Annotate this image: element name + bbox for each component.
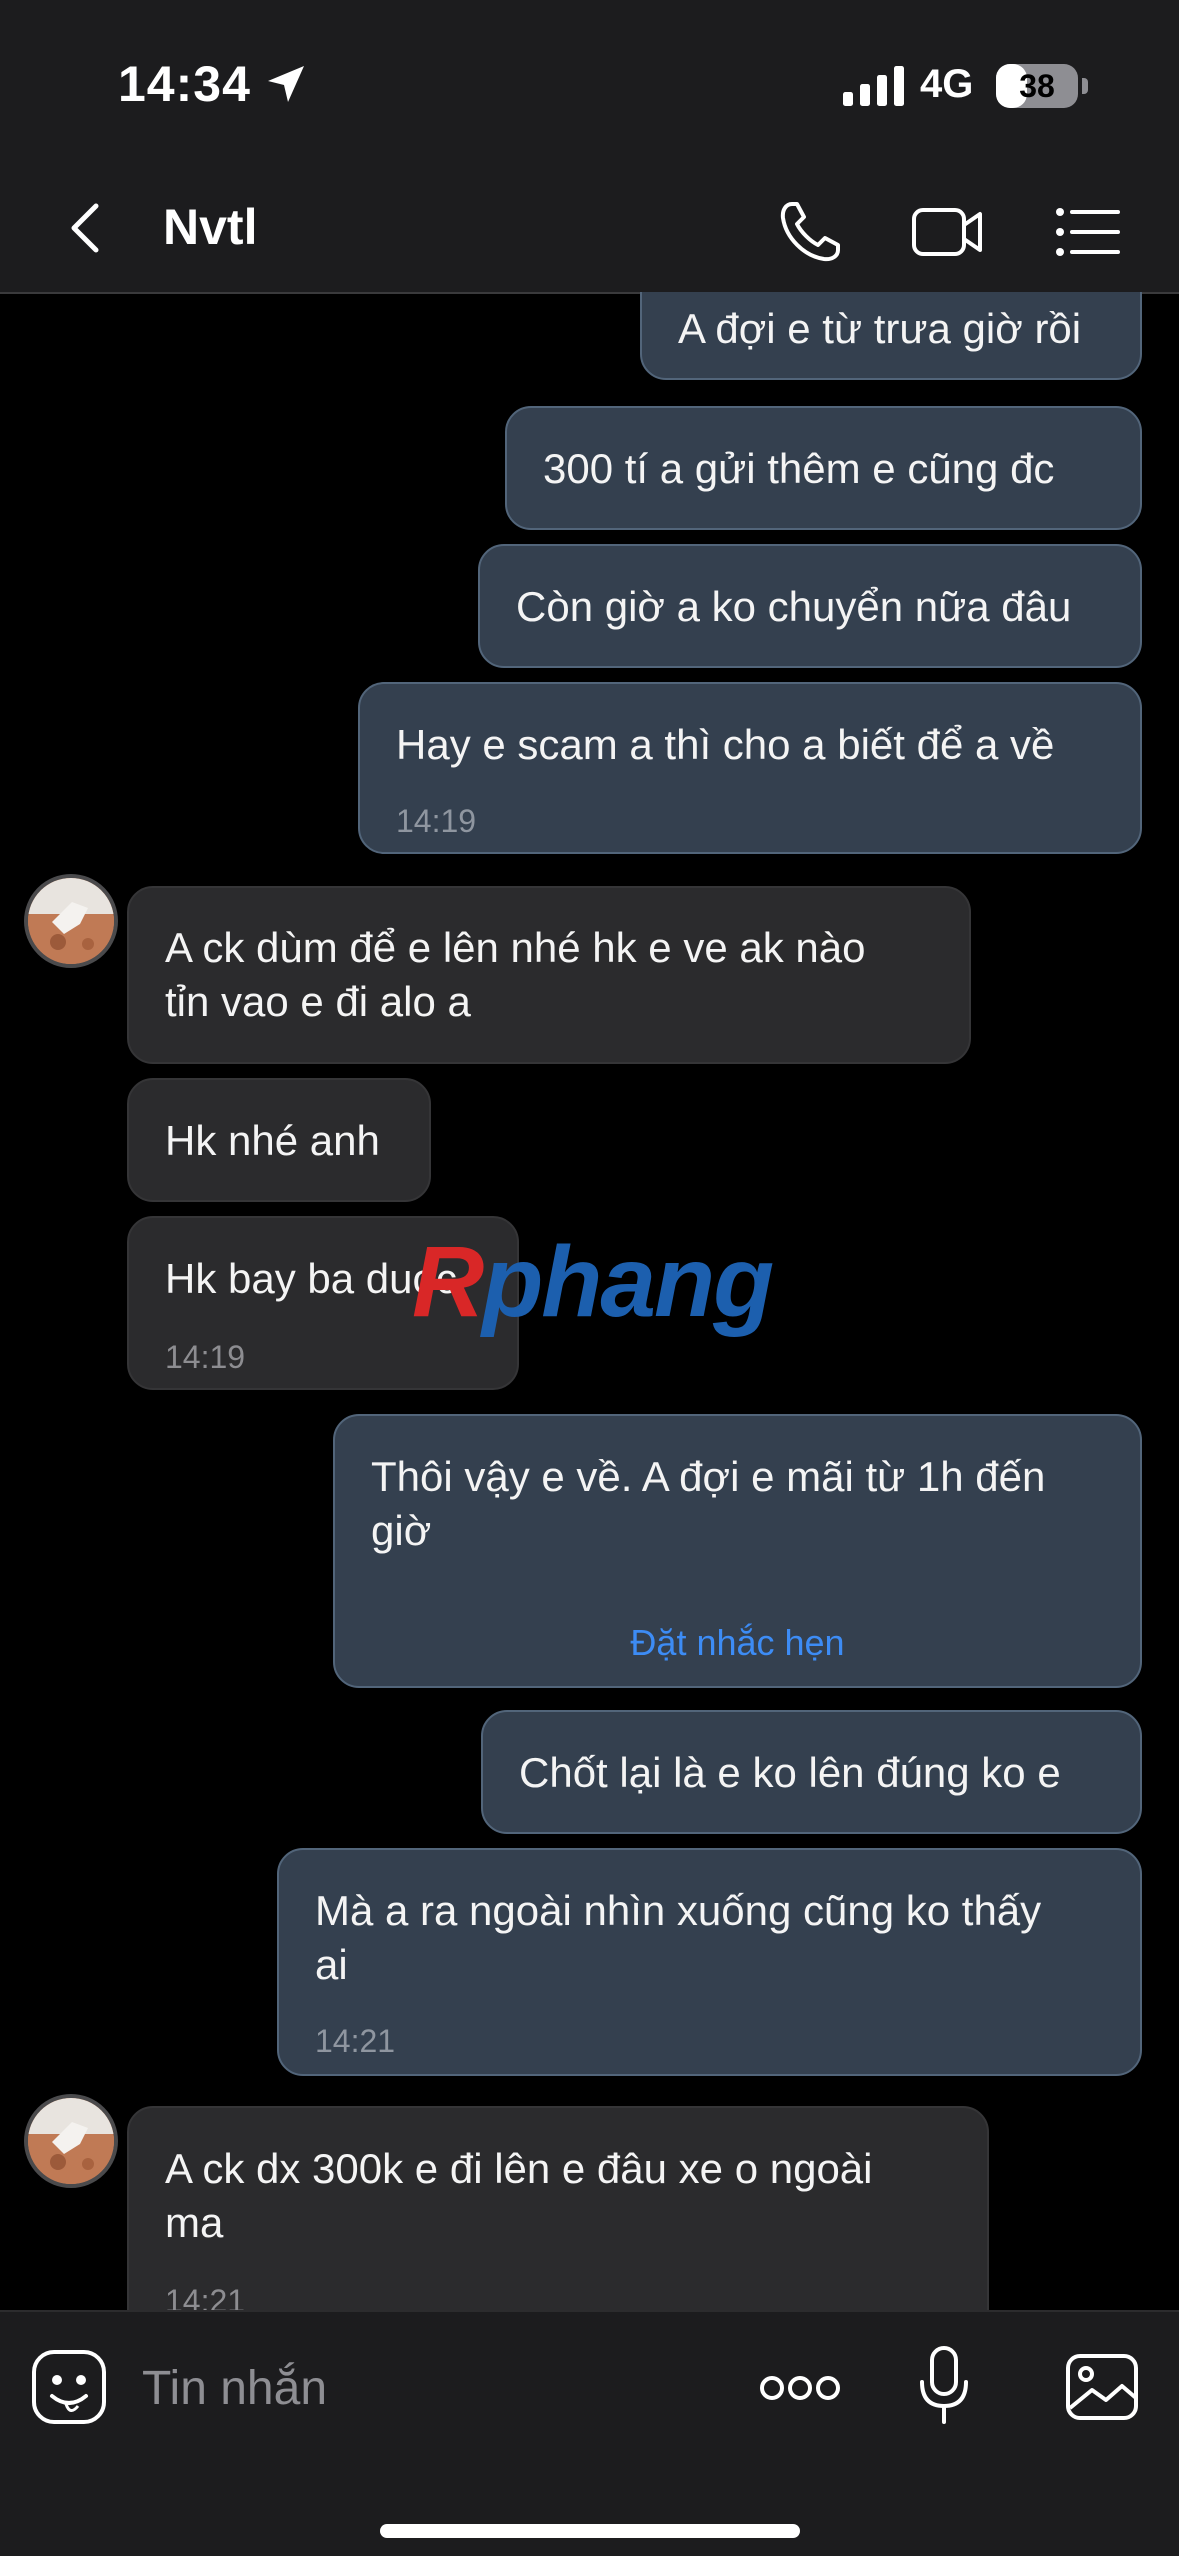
location-arrow-icon [268, 66, 304, 102]
battery-icon: 38 [996, 64, 1078, 108]
chat-header: Nvtl [0, 170, 1179, 294]
status-bar: 14:34 4G 38 [0, 0, 1179, 170]
chat-title[interactable]: Nvtl [163, 198, 257, 256]
message-text: 300 tí a gửi thêm e cũng đc [543, 445, 1055, 492]
sticker-icon[interactable] [30, 2348, 108, 2426]
message-text: A ck dx 300k e đi lên e đâu xe o ngoài m… [165, 2145, 873, 2246]
home-indicator[interactable] [380, 2524, 800, 2538]
message-bubble-outgoing[interactable]: 300 tí a gửi thêm e cũng đc [505, 406, 1142, 530]
avatar[interactable] [24, 874, 118, 968]
message-text: Hk nhé anh [165, 1117, 380, 1164]
video-icon[interactable] [908, 192, 988, 272]
message-input-bar [0, 2310, 1179, 2556]
watermark-letter: R [412, 1226, 484, 1338]
message-text: Thôi vậy e về. A đợi e mãi từ 1h đến giờ [371, 1453, 1046, 1554]
message-text: Chốt lại là e ko lên đúng ko e [519, 1749, 1061, 1796]
set-reminder-link[interactable]: Đặt nhắc hẹn [335, 1616, 1140, 1670]
message-input[interactable] [140, 2350, 704, 2426]
chat-screen: 14:34 4G 38 Nvtl A đợi e từ trưa giờ rồi… [0, 0, 1179, 2556]
message-bubble-outgoing[interactable]: Còn giờ a ko chuyển nữa đâu [478, 544, 1142, 668]
message-time: 14:21 [315, 2023, 396, 2059]
message-bubble-outgoing[interactable]: Chốt lại là e ko lên đúng ko e [481, 1710, 1142, 1834]
message-bubble-incoming[interactable]: A ck dx 300k e đi lên e đâu xe o ngoài m… [127, 2106, 989, 2310]
signal-icon [843, 66, 904, 106]
message-bubble-outgoing[interactable]: Mà a ra ngoài nhìn xuống cũng ko thấy ai… [277, 1848, 1142, 2076]
message-bubble-outgoing[interactable]: A đợi e từ trưa giờ rồi [640, 292, 1142, 380]
message-text: Hay e scam a thì cho a biết để a về [396, 721, 1055, 768]
watermark-word: phang [482, 1226, 774, 1338]
message-time: 14:19 [165, 1339, 246, 1375]
message-text: A đợi e từ trưa giờ rồi [678, 305, 1082, 352]
battery-cap [1082, 78, 1088, 94]
image-icon[interactable] [1064, 2352, 1140, 2422]
avatar-photo [28, 878, 114, 964]
message-bubble-outgoing[interactable]: Hay e scam a thì cho a biết để a về 14:1… [358, 682, 1142, 854]
more-icon[interactable] [758, 2368, 842, 2408]
battery-level: 38 [1019, 68, 1055, 104]
message-text: A ck dùm để e lên nhé hk e ve ak nào tỉn… [165, 924, 866, 1025]
watermark-logo: Rphang [412, 1225, 774, 1340]
message-time: 14:19 [396, 803, 477, 839]
message-bubble-incoming[interactable]: Hk nhé anh [127, 1078, 431, 1202]
network-type: 4G [920, 62, 974, 106]
chevron-left-icon[interactable] [58, 198, 118, 258]
status-time: 14:34 [118, 56, 251, 112]
message-text: Mà a ra ngoài nhìn xuống cũng ko thấy ai [315, 1887, 1042, 1988]
phone-icon[interactable] [770, 192, 850, 272]
message-bubble-incoming[interactable]: A ck dùm để e lên nhé hk e ve ak nào tỉn… [127, 886, 971, 1064]
microphone-icon[interactable] [914, 2344, 974, 2428]
message-bubble-outgoing[interactable]: Thôi vậy e về. A đợi e mãi từ 1h đến giờ… [333, 1414, 1142, 1688]
avatar-photo [28, 2098, 114, 2184]
message-text: Còn giờ a ko chuyển nữa đâu [516, 583, 1072, 630]
message-time: 14:21 [165, 2283, 246, 2310]
menu-list-icon[interactable] [1048, 192, 1128, 272]
avatar[interactable] [24, 2094, 118, 2188]
